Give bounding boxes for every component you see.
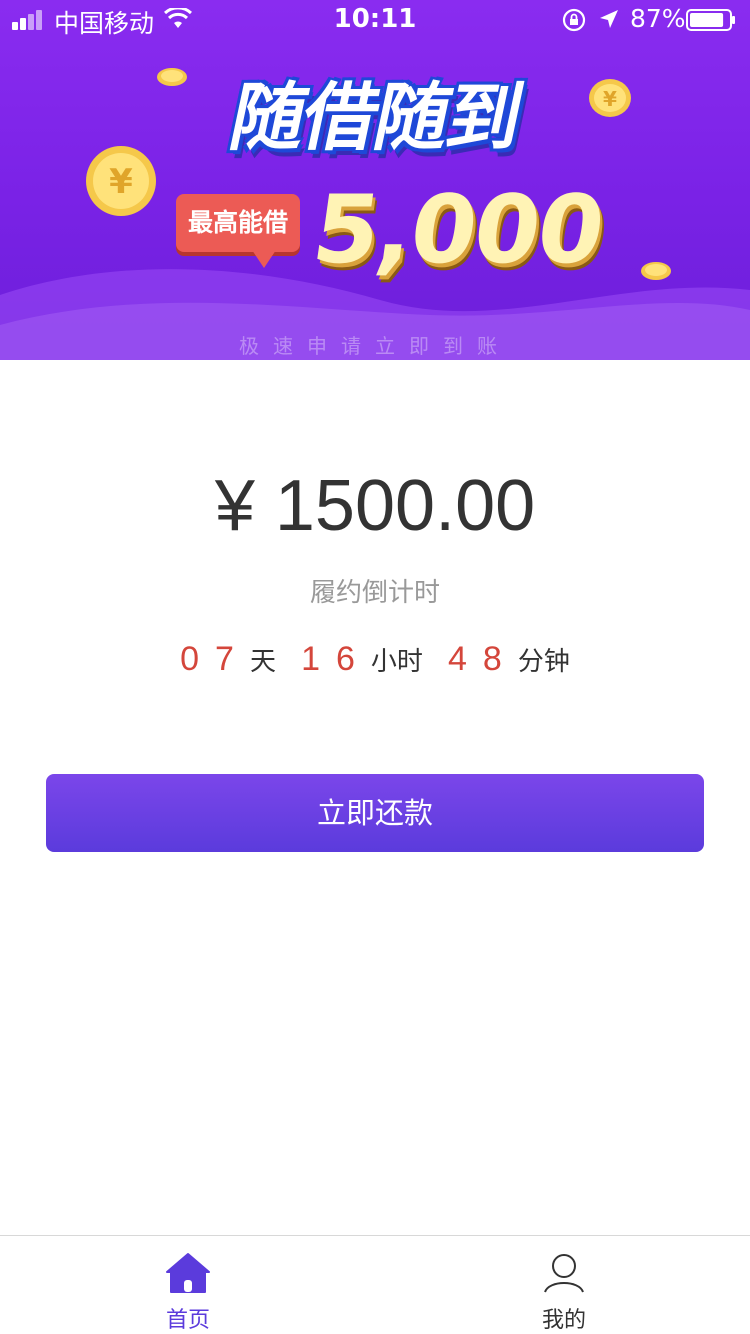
promo-banner[interactable]: 中国移动 10:11 87% ¥ ¥ 随借随到 最高能借 5,000 极速申请立… bbox=[0, 0, 750, 360]
max-loan-amount: 5,000 bbox=[306, 176, 610, 285]
tab-home-label: 首页 bbox=[165, 1308, 210, 1333]
countdown-hours-unit: 小时 bbox=[370, 647, 423, 677]
banner-headline: 随借随到 bbox=[222, 75, 530, 161]
tab-bar: 首页 我的 bbox=[0, 1235, 750, 1334]
tab-home[interactable]: 首页 bbox=[118, 1236, 258, 1334]
battery-icon bbox=[686, 9, 735, 31]
battery-percent: 87% bbox=[630, 4, 686, 33]
banner-slogan: 极速申请立即到账 bbox=[239, 334, 511, 358]
max-loan-tag: 最高能借 bbox=[176, 194, 300, 252]
countdown-minutes-unit: 分钟 bbox=[517, 647, 570, 677]
coin-icon bbox=[641, 262, 671, 280]
tab-mine-label: 我的 bbox=[541, 1308, 586, 1333]
tag-pointer bbox=[252, 250, 276, 268]
svg-text:¥: ¥ bbox=[603, 87, 617, 111]
countdown-days-unit: 天 bbox=[249, 647, 276, 677]
loan-amount: ¥ 1500.00 bbox=[214, 466, 536, 546]
coin-icon bbox=[157, 68, 187, 86]
coin-icon: ¥ bbox=[86, 146, 156, 216]
countdown-days: 07 bbox=[180, 640, 250, 678]
user-icon bbox=[544, 1254, 584, 1293]
tab-mine[interactable]: 我的 bbox=[494, 1236, 634, 1334]
location-arrow-icon bbox=[600, 10, 618, 28]
repay-now-button[interactable]: 立即还款 bbox=[46, 774, 704, 852]
countdown-label: 履约倒计时 bbox=[309, 578, 440, 608]
countdown-timer: 07天 16小时 48分钟 bbox=[0, 640, 750, 686]
countdown-hours: 16 bbox=[301, 640, 371, 678]
svg-text:¥: ¥ bbox=[109, 162, 133, 202]
home-icon bbox=[166, 1253, 210, 1293]
countdown-minutes: 48 bbox=[448, 640, 518, 678]
status-bar: 中国移动 10:11 87% bbox=[0, 0, 750, 40]
rotation-lock-icon bbox=[562, 8, 586, 32]
coin-icon: ¥ bbox=[589, 79, 631, 117]
